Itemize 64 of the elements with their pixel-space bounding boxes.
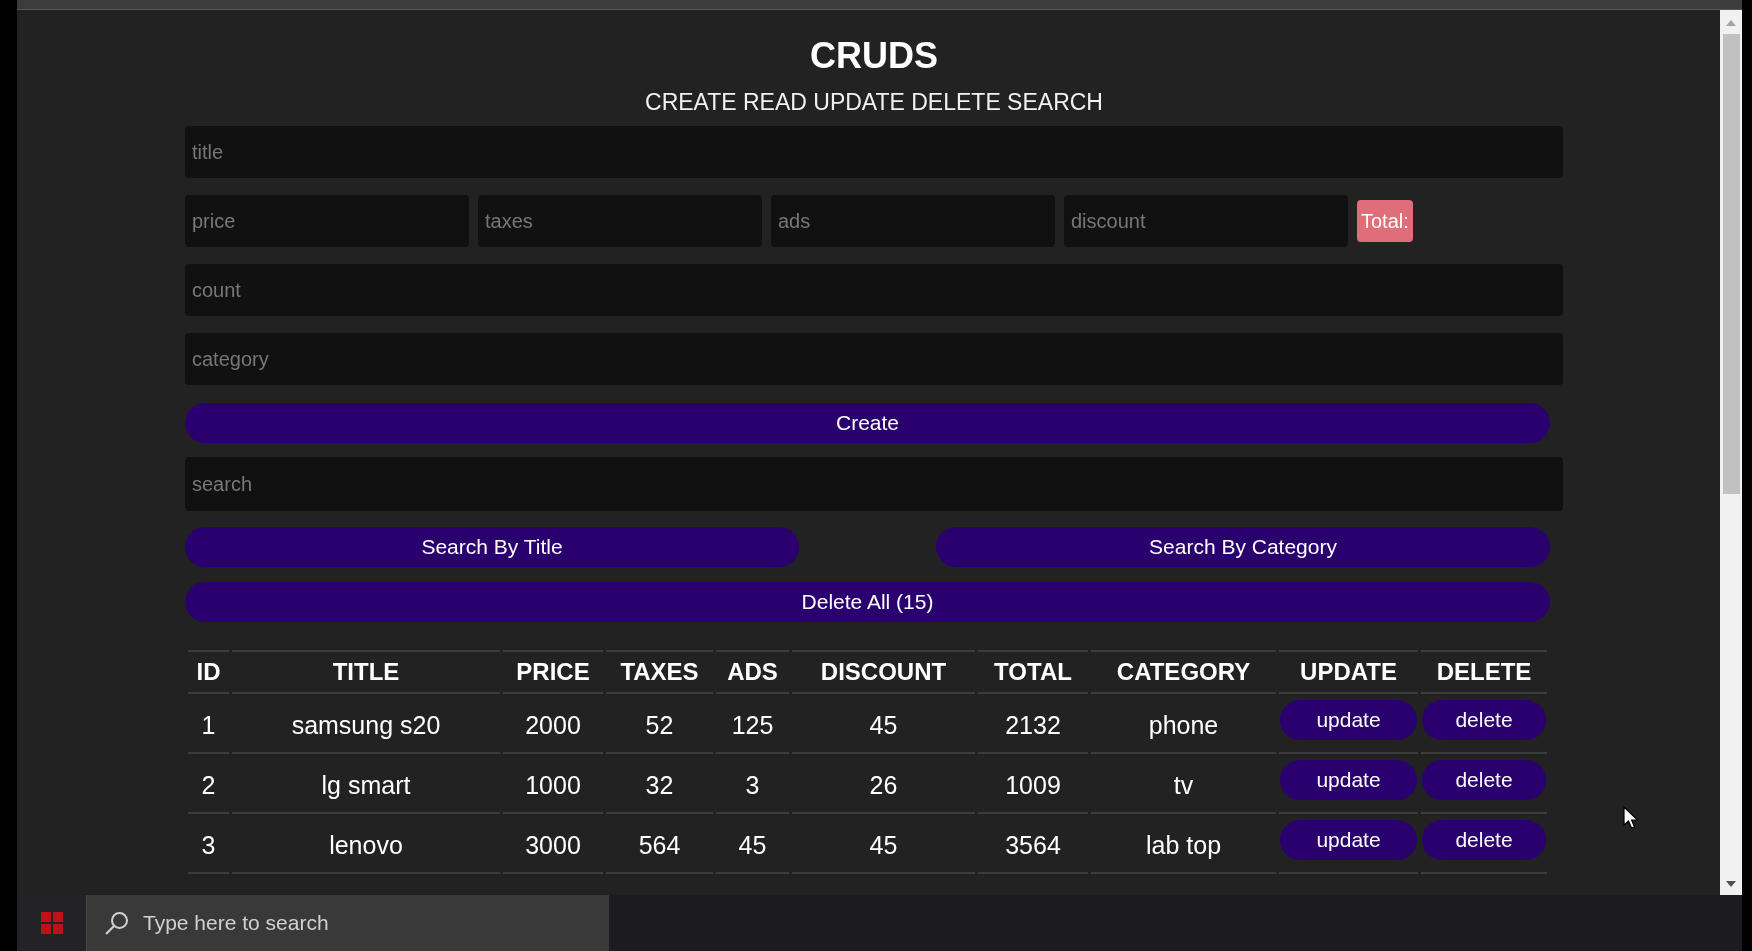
column-header: ADS [716,650,789,694]
count-input[interactable]: count [185,264,1563,316]
amount-input[interactable]: discount [1064,195,1348,247]
table-cell: 2 [188,754,229,814]
table-cell: lab top [1091,814,1276,874]
column-header: CATEGORY [1091,650,1276,694]
table-cell: 32 [606,754,713,814]
table-cell: 1009 [978,754,1088,814]
tiles-icon [40,912,63,934]
table-cell: samsung s20 [232,694,500,754]
search-button[interactable]: Search By Category [936,527,1550,567]
table-cell: phone [1091,694,1276,754]
table-cell: 3564 [978,814,1088,874]
title-input[interactable]: title [185,126,1563,178]
table-cell: 45 [792,814,975,874]
column-header: ID [188,650,229,694]
page-title: CRUDS [810,34,938,78]
search-icon [105,911,129,935]
update-button[interactable]: update [1280,700,1417,740]
create-button[interactable]: Create [185,403,1550,443]
amount-input[interactable]: price [185,195,469,247]
category-input[interactable]: category [185,333,1563,385]
delete-button[interactable]: delete [1422,700,1546,740]
delete-all-button[interactable]: Delete All (15) [185,582,1550,622]
table-cell: 2132 [978,694,1088,754]
column-header: DISCOUNT [792,650,975,694]
table-cell: 2000 [503,694,603,754]
table-cell: tv [1091,754,1276,814]
table-cell: 3 [716,754,789,814]
column-header: UPDATE [1279,650,1418,694]
table-cell: 1 [188,694,229,754]
scrollbar-track[interactable] [1720,10,1742,895]
delete-button[interactable]: delete [1422,820,1546,860]
update-button[interactable]: update [1280,760,1417,800]
table-cell: 3 [188,814,229,874]
table-cell: 1000 [503,754,603,814]
mouse-pointer-icon [1623,806,1639,830]
caret-down-icon[interactable] [1726,881,1736,887]
delete-button[interactable]: delete [1422,760,1546,800]
column-header: TAXES [606,650,713,694]
column-header: PRICE [503,650,603,694]
page-subtitle: CREATE READ UPDATE DELETE SEARCH [645,88,1103,117]
update-button[interactable]: update [1280,820,1417,860]
search-button[interactable]: Search By Title [185,527,799,567]
table-cell: 45 [792,694,975,754]
table-cell: 125 [716,694,789,754]
taskbar-search-field[interactable]: Type here to search [86,895,609,951]
table-cell: 3000 [503,814,603,874]
start-button[interactable] [17,895,86,951]
table-cell: lenovo [232,814,500,874]
caret-up-icon[interactable] [1726,20,1736,26]
column-header: DELETE [1421,650,1547,694]
amount-input[interactable]: taxes [478,195,762,247]
scrollbar-thumb[interactable] [1722,34,1740,494]
table-cell: 52 [606,694,713,754]
search-input[interactable]: search [185,457,1563,511]
total-label: Total: [1357,200,1413,242]
column-header: TOTAL [978,650,1088,694]
table-cell: 564 [606,814,713,874]
table-cell: 26 [792,754,975,814]
amount-input[interactable]: ads [771,195,1055,247]
column-header: TITLE [232,650,500,694]
table-cell: lg smart [232,754,500,814]
table-cell: 45 [716,814,789,874]
